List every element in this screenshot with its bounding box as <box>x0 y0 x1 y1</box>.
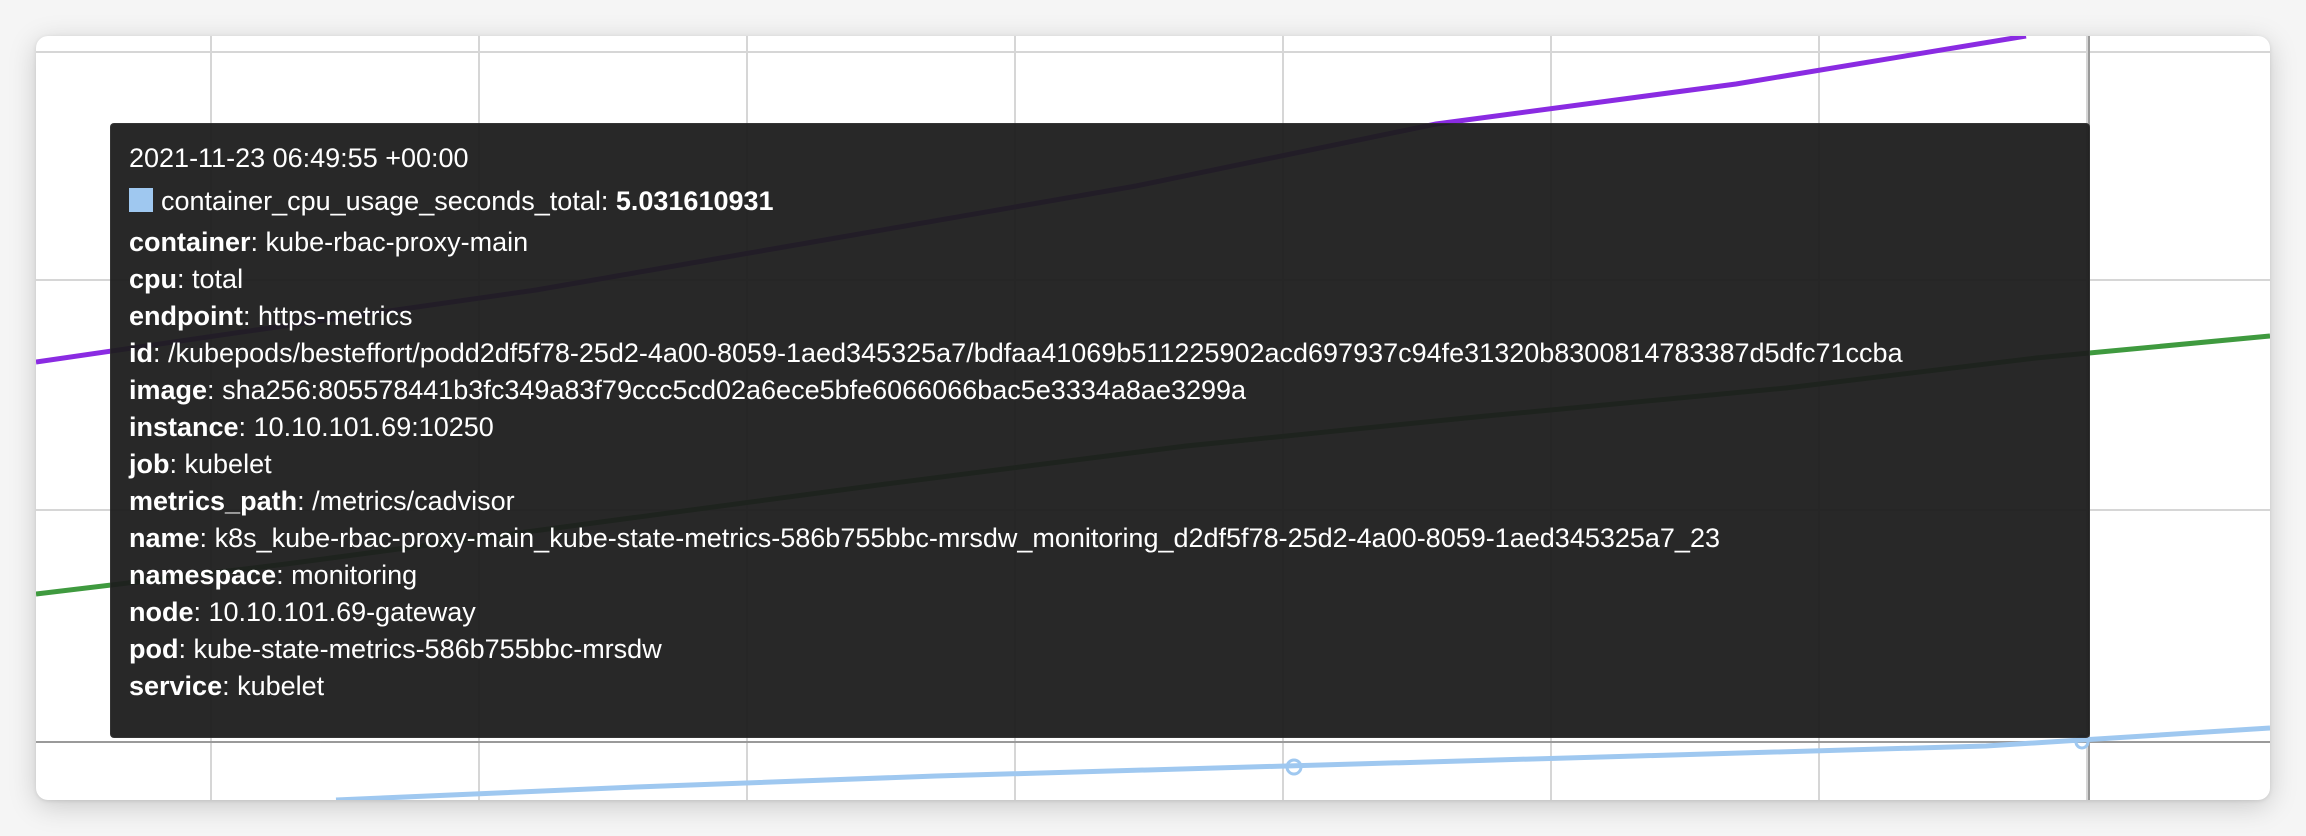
tooltip-separator: : <box>600 186 616 216</box>
label-key: container <box>129 227 251 257</box>
tooltip-label-row: endpoint: https-metrics <box>129 301 413 331</box>
tooltip-label-row: job: kubelet <box>129 449 272 479</box>
label-key: id <box>129 338 153 368</box>
label-value: kube-state-metrics-586b755bbc-mrsdw <box>193 634 662 664</box>
tooltip-series-value: 5.031610931 <box>615 186 774 216</box>
label-value: k8s_kube-rbac-proxy-main_kube-state-metr… <box>214 523 1720 553</box>
label-key: service <box>129 671 223 701</box>
label-value: /metrics/cadvisor <box>312 486 515 516</box>
tooltip-series-row: container_cpu_usage_seconds_total: 5.031… <box>129 183 2089 220</box>
tooltip-label-row: container: kube-rbac-proxy-main <box>129 227 529 257</box>
series-line-light-blue <box>335 725 2270 800</box>
label-key: instance <box>129 412 239 442</box>
label-key: name <box>129 523 200 553</box>
tooltip-label-row: metrics_path: /metrics/cadvisor <box>129 486 515 516</box>
label-value: total <box>192 264 244 294</box>
label-key: pod <box>129 634 179 664</box>
graph-panel: 2021-11-23 06:49:55 +00:00 container_cpu… <box>36 36 2270 800</box>
label-value: kubelet <box>184 449 272 479</box>
series-color-swatch <box>129 187 153 212</box>
label-key: job <box>129 449 170 479</box>
tooltip-label-row: service: kubelet <box>129 671 325 701</box>
tooltip-label-row: namespace: monitoring <box>129 560 418 590</box>
tooltip-timestamp: 2021-11-23 06:49:55 +00:00 <box>129 143 469 173</box>
tooltip-label-row: image: sha256:805578441b3fc349a83f79ccc5… <box>129 375 1247 405</box>
tooltip-series-name: container_cpu_usage_seconds_total <box>161 186 601 216</box>
tooltip-label-row: name: k8s_kube-rbac-proxy-main_kube-stat… <box>129 523 1720 553</box>
label-value: 10.10.101.69:10250 <box>253 412 494 442</box>
label-value: 10.10.101.69-gateway <box>208 597 476 627</box>
label-value: sha256:805578441b3fc349a83f79ccc5cd02a6e… <box>222 375 1247 405</box>
graph-tooltip: 2021-11-23 06:49:55 +00:00 container_cpu… <box>110 123 2090 738</box>
label-key: metrics_path <box>129 486 298 516</box>
label-key: namespace <box>129 560 277 590</box>
label-key: endpoint <box>129 301 243 331</box>
label-value: /kubepods/besteffort/podd2df5f78-25d2-4a… <box>168 338 1903 368</box>
tooltip-label-row: pod: kube-state-metrics-586b755bbc-mrsdw <box>129 634 662 664</box>
label-key: cpu <box>129 264 178 294</box>
label-key: node <box>129 597 194 627</box>
tooltip-label-row: id: /kubepods/besteffort/podd2df5f78-25d… <box>129 338 1903 368</box>
label-value: kubelet <box>237 671 325 701</box>
tooltip-label-row: node: 10.10.101.69-gateway <box>129 597 476 627</box>
tooltip-label-row: cpu: total <box>129 264 244 294</box>
tooltip-label-row: instance: 10.10.101.69:10250 <box>129 412 494 442</box>
label-value: monitoring <box>291 560 418 590</box>
label-key: image <box>129 375 208 405</box>
label-value: kube-rbac-proxy-main <box>265 227 529 257</box>
label-value: https-metrics <box>258 301 413 331</box>
